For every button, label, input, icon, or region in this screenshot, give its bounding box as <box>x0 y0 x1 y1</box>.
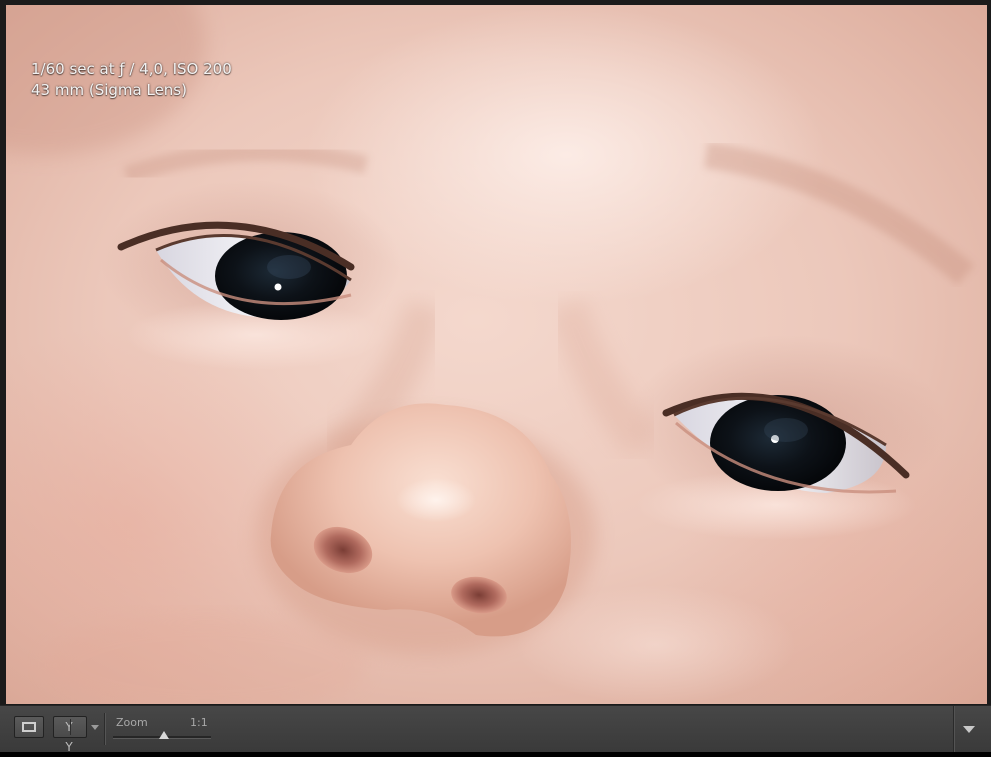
toolbar-divider <box>104 713 105 745</box>
zoom-slider-thumb[interactable] <box>158 731 169 739</box>
compare-separator <box>70 719 71 735</box>
compare-right-label: Y <box>65 740 75 754</box>
compare-view-button[interactable]: Y Y <box>53 716 87 754</box>
app-window: 1/60 sec at ƒ / 4,0, ISO 200 43 mm (Sigm… <box>0 0 991 754</box>
bottom-toolbar: Y Y Zoom 1:1 <box>0 705 991 754</box>
zoom-label: Zoom <box>116 716 148 729</box>
photo-viewport[interactable]: 1/60 sec at ƒ / 4,0, ISO 200 43 mm (Sigm… <box>6 5 987 704</box>
toolbar-divider-right <box>953 706 954 752</box>
toolbar-menu-button[interactable] <box>958 718 980 740</box>
compare-options-chevron-icon[interactable] <box>91 725 99 730</box>
chevron-down-icon <box>963 726 975 733</box>
baby-face-photo <box>6 5 987 704</box>
loupe-view-button[interactable] <box>14 716 44 738</box>
zoom-value: 1:1 <box>190 716 208 729</box>
loupe-view-icon <box>22 722 36 732</box>
